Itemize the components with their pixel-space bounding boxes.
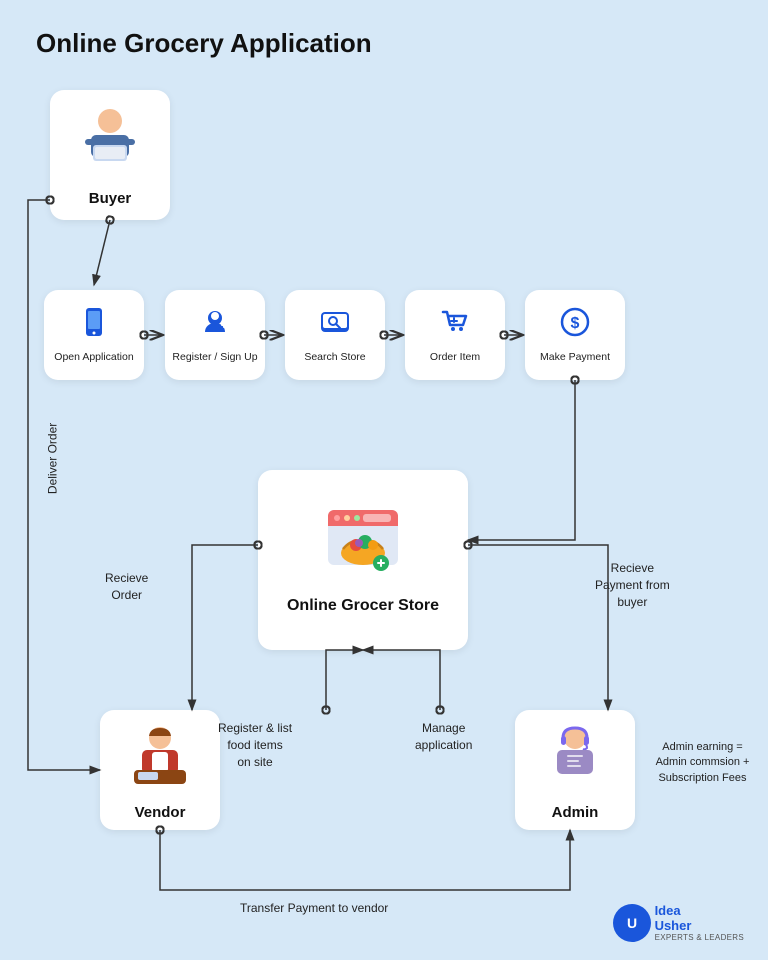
cart-icon xyxy=(439,306,471,346)
admin-label: Admin xyxy=(552,804,599,821)
logo-name: IdeaUsher xyxy=(655,903,744,933)
svg-text:U: U xyxy=(627,915,637,931)
logo-tagline: EXPERTS & LEADERS xyxy=(655,933,744,942)
register-icon xyxy=(199,306,231,346)
admin-box: Admin xyxy=(515,710,635,830)
vendor-label: Vendor xyxy=(135,804,186,821)
register-label: Register & listfood itemson site xyxy=(218,720,292,770)
receive-order-label: RecieveOrder xyxy=(105,570,148,604)
step4-label: Order Item xyxy=(430,351,480,365)
step-order: Order Item xyxy=(405,290,505,380)
diagram-container: Online Grocery Application Buyer xyxy=(0,0,768,960)
buyer-box: Buyer xyxy=(50,90,170,220)
receive-payment-label: RecievePayment frombuyer xyxy=(595,560,670,610)
vendor-icon xyxy=(126,720,194,800)
manage-label: Manageapplication xyxy=(415,720,472,754)
store-box: Online Grocer Store xyxy=(258,470,468,650)
store-icon xyxy=(323,505,403,591)
step3-label: Search Store xyxy=(304,351,365,365)
step1-label: Open Application xyxy=(54,351,133,365)
payment-icon: $ xyxy=(559,306,591,346)
buyer-icon xyxy=(75,103,145,186)
logo: U IdeaUsher EXPERTS & LEADERS xyxy=(613,903,744,942)
step-register: Register / Sign Up xyxy=(165,290,265,380)
transfer-payment-label: Transfer Payment to vendor xyxy=(240,900,388,917)
svg-text:$: $ xyxy=(571,315,580,332)
buyer-label: Buyer xyxy=(89,190,132,207)
vendor-box: Vendor xyxy=(100,710,220,830)
search-store-icon xyxy=(319,306,351,346)
store-label: Online Grocer Store xyxy=(287,597,439,615)
page-title: Online Grocery Application xyxy=(36,28,372,59)
step-open-application: Open Application xyxy=(44,290,144,380)
step2-label: Register / Sign Up xyxy=(172,351,257,365)
mobile-icon xyxy=(78,306,110,346)
step5-label: Make Payment xyxy=(540,351,610,365)
admin-icon xyxy=(541,720,609,800)
step-search: Search Store xyxy=(285,290,385,380)
step-payment: $ Make Payment xyxy=(525,290,625,380)
deliver-order-label: Deliver Order xyxy=(45,413,62,503)
admin-earning-label: Admin earning =Admin commsion +Subscript… xyxy=(645,740,760,786)
